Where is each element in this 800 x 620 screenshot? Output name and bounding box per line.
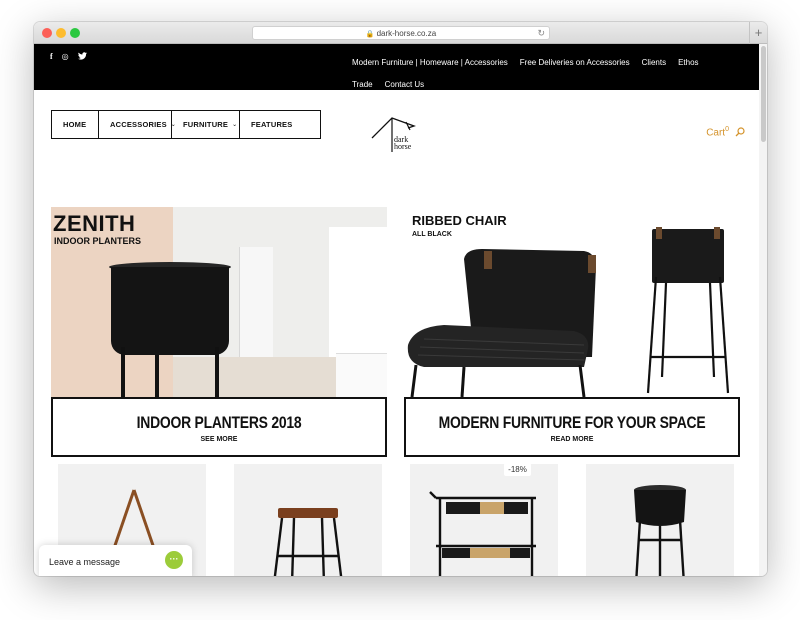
- banner-caption: INDOOR PLANTERS 2018 SEE MORE: [51, 397, 387, 457]
- main-menu: HOME ACCESSORIES ⌄ FURNITURE ⌄ FEATURES: [51, 110, 321, 139]
- menu-item-label: HOME: [63, 120, 87, 129]
- logo-word-horse: horse: [394, 142, 412, 151]
- ribbed-chair-photo: RIBBED CHAIR ALL BLACK: [404, 207, 740, 397]
- banner-subtitle: ALL BLACK: [412, 231, 452, 238]
- search-icon[interactable]: [735, 127, 745, 137]
- new-tab-button[interactable]: +: [749, 22, 767, 44]
- product-card-planter[interactable]: [586, 464, 734, 576]
- menu-item-label: FURNITURE: [183, 120, 229, 129]
- chat-label: Leave a message: [49, 557, 121, 567]
- bar-cart-image: [429, 491, 536, 576]
- url-text: dark-horse.co.za: [376, 29, 437, 38]
- web-page: f ◎ Modern Furniture | Homeware | Access…: [34, 44, 767, 576]
- minimize-window-button[interactable]: [56, 28, 66, 38]
- chat-widget[interactable]: Leave a message ···: [39, 545, 192, 576]
- cart-label: Cart: [706, 127, 726, 139]
- reload-icon[interactable]: ↻: [537, 27, 545, 40]
- menu-item-label: FEATURES: [251, 120, 293, 129]
- topnav-link-free-deliveries[interactable]: Free Deliveries on Accessories: [520, 58, 630, 67]
- site-logo[interactable]: dark horse: [370, 112, 420, 156]
- banner-caption-heading: MODERN FURNITURE FOR YOUR SPACE: [438, 413, 706, 432]
- browser-toolbar: 🔒 dark-horse.co.za ↻ +: [34, 22, 767, 44]
- close-window-button[interactable]: [42, 28, 52, 38]
- twitter-icon[interactable]: [77, 52, 87, 62]
- leather-stool-image: [273, 508, 343, 576]
- banner-indoor-planters[interactable]: ZENITH INDOOR PLANTERS INDOOR PLANTERS 2…: [51, 207, 387, 457]
- sale-badge: -18%: [504, 463, 531, 476]
- browser-window: 🔒 dark-horse.co.za ↻ + f ◎ Modern Furnitu…: [34, 22, 767, 576]
- menu-item-features[interactable]: FEATURES: [240, 111, 320, 138]
- feature-banners: ZENITH INDOOR PLANTERS INDOOR PLANTERS 2…: [51, 207, 740, 457]
- chat-bubble-icon: ···: [165, 551, 183, 569]
- product-card-stool[interactable]: [234, 464, 382, 576]
- ribbed-chair-image: [407, 227, 730, 397]
- page-scrollbar[interactable]: [759, 44, 767, 576]
- social-links: f ◎: [50, 52, 87, 62]
- cart-link[interactable]: Cart0: [706, 126, 729, 138]
- banner-title: RIBBED CHAIR: [412, 213, 507, 228]
- banner-title: ZENITH: [53, 211, 136, 236]
- planter-room-photo: ZENITH INDOOR PLANTERS: [51, 207, 387, 397]
- product-card-bar-cart[interactable]: [410, 464, 558, 576]
- banner-modern-furniture[interactable]: RIBBED CHAIR ALL BLACK MODERN FURNITURE …: [404, 207, 740, 457]
- black-planter-image: [634, 485, 686, 576]
- scrollbar-thumb[interactable]: [761, 46, 766, 142]
- read-more-link[interactable]: READ MORE: [406, 436, 738, 443]
- topnav-link-clients[interactable]: Clients: [642, 58, 666, 67]
- banner-subtitle: INDOOR PLANTERS: [54, 236, 142, 246]
- instagram-icon[interactable]: ◎: [62, 52, 69, 62]
- banner-caption: MODERN FURNITURE FOR YOUR SPACE READ MOR…: [404, 397, 740, 457]
- address-bar[interactable]: 🔒 dark-horse.co.za ↻: [252, 26, 550, 40]
- maximize-window-button[interactable]: [70, 28, 80, 38]
- facebook-icon[interactable]: f: [50, 52, 53, 62]
- top-navigation: Modern Furniture | Homeware | Accessorie…: [352, 51, 699, 95]
- topnav-link-trade[interactable]: Trade: [352, 80, 373, 89]
- see-more-link[interactable]: SEE MORE: [53, 436, 385, 443]
- chevron-down-icon: ⌄: [232, 122, 238, 128]
- menu-item-furniture[interactable]: FURNITURE ⌄: [172, 111, 240, 138]
- menu-item-home[interactable]: HOME: [52, 111, 99, 138]
- lock-icon: 🔒: [365, 31, 375, 38]
- main-header: HOME ACCESSORIES ⌄ FURNITURE ⌄ FEATURES da…: [34, 90, 767, 184]
- topnav-link-contact-us[interactable]: Contact Us: [385, 80, 425, 89]
- menu-item-label: ACCESSORIES: [110, 120, 167, 129]
- menu-item-accessories[interactable]: ACCESSORIES ⌄: [99, 111, 176, 138]
- top-bar: f ◎ Modern Furniture | Homeware | Access…: [34, 44, 767, 90]
- topnav-link-ethos[interactable]: Ethos: [678, 58, 698, 67]
- topnav-link-modern-furniture[interactable]: Modern Furniture | Homeware | Accessorie…: [352, 58, 508, 67]
- cart-count: 0: [725, 126, 729, 133]
- banner-caption-heading: INDOOR PLANTERS 2018: [136, 413, 302, 432]
